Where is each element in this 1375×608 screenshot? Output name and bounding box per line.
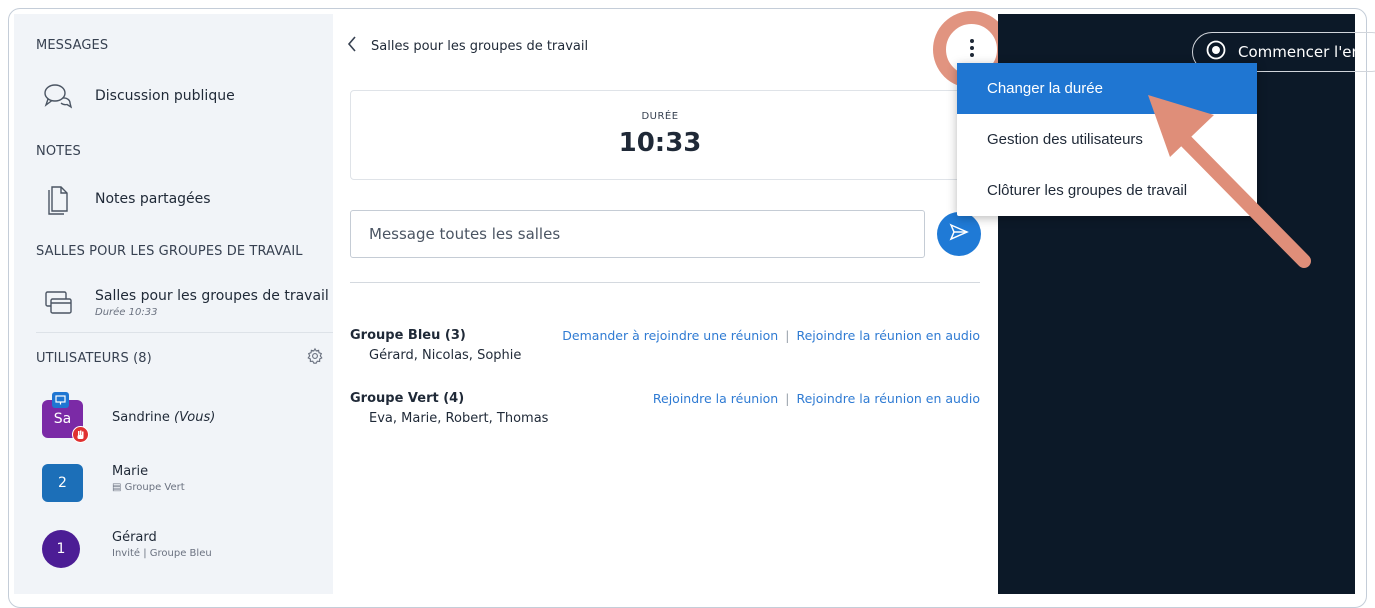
presenter-icon — [52, 392, 69, 408]
user-name: Sandrine — [112, 410, 170, 425]
raised-hand-icon — [72, 426, 89, 443]
avatar-initials: Sa — [53, 411, 72, 427]
record-icon — [1206, 40, 1226, 64]
breakout-section-title: SALLES POUR LES GROUPES DE TRAVAIL — [36, 244, 303, 259]
sidebar-item-public-chat[interactable]: Discussion publique — [28, 75, 333, 117]
avatar: 1 — [42, 530, 80, 568]
link-separator: | — [785, 328, 790, 343]
message-all-rooms-input[interactable] — [350, 210, 925, 258]
breakout-rooms-label: Salles pour les groupes de travail — [95, 288, 329, 304]
document-icon — [38, 183, 78, 215]
chevron-left-icon — [347, 36, 357, 56]
join-audio-link[interactable]: Rejoindre la réunion en audio — [796, 328, 980, 343]
record-label: Commencer l'en — [1238, 43, 1362, 61]
breakout-panel: Salles pour les groupes de travail DURÉE… — [333, 11, 1010, 594]
sidebar-item-breakout-rooms[interactable]: Salles pour les groupes de travail Durée… — [28, 279, 333, 327]
back-button[interactable]: Salles pour les groupes de travail — [347, 36, 588, 56]
join-meeting-link[interactable]: Rejoindre la réunion — [653, 391, 778, 406]
group-row: Groupe Bleu (3) Gérard, Nicolas, Sophie … — [350, 328, 980, 363]
duration-label: DURÉE — [641, 111, 679, 122]
panel-divider — [350, 282, 980, 283]
breakout-duration-sub: Durée 10:33 — [95, 307, 158, 318]
public-chat-label: Discussion publique — [95, 88, 235, 104]
user-name: Marie — [112, 464, 149, 479]
chat-icon — [38, 82, 78, 110]
duration-value: 10:33 — [618, 128, 702, 158]
join-audio-link[interactable]: Rejoindre la réunion en audio — [796, 391, 980, 406]
group-members: Gérard, Nicolas, Sophie — [369, 348, 522, 363]
avatar-initials: 1 — [56, 541, 66, 557]
shared-notes-label: Notes partagées — [95, 191, 211, 207]
rooms-icon — [38, 289, 78, 317]
annotation-arrow-icon — [1148, 95, 1311, 268]
group-row: Groupe Vert (4) Eva, Marie, Robert, Thom… — [350, 391, 980, 426]
users-section-title: UTILISATEURS (8) — [36, 351, 152, 366]
user-room: Groupe Vert — [124, 482, 185, 493]
user-name: Gérard — [112, 530, 157, 545]
group-members: Eva, Marie, Robert, Thomas — [369, 411, 549, 426]
avatar: 2 — [42, 464, 83, 502]
avatar-initials: 2 — [58, 475, 67, 491]
link-separator: | — [785, 391, 790, 406]
panel-title: Salles pour les groupes de travail — [371, 38, 589, 54]
sidebar-divider — [36, 332, 333, 333]
you-tag: (Vous) — [174, 410, 216, 425]
user-row[interactable]: 1 Gérard Invité | Groupe Bleu — [28, 520, 333, 578]
user-role-room: Invité | Groupe Bleu — [112, 548, 212, 559]
user-row[interactable]: 2 Marie ▤ Groupe Vert — [28, 454, 333, 512]
sidebar-item-shared-notes[interactable]: Notes partagées — [28, 178, 333, 220]
duration-box: DURÉE 10:33 — [350, 90, 970, 180]
sidebar: MESSAGES Discussion publique NOTES Notes… — [14, 14, 333, 594]
messages-section-title: MESSAGES — [36, 38, 109, 53]
user-row[interactable]: Sa Sandrine (Vous) — [28, 390, 333, 448]
settings-gear-icon[interactable] — [306, 347, 324, 369]
send-icon — [949, 223, 969, 245]
request-join-link[interactable]: Demander à rejoindre une réunion — [562, 328, 778, 343]
room-icon: ▤ — [112, 482, 122, 493]
send-button[interactable] — [937, 212, 981, 256]
notes-section-title: NOTES — [36, 144, 81, 159]
